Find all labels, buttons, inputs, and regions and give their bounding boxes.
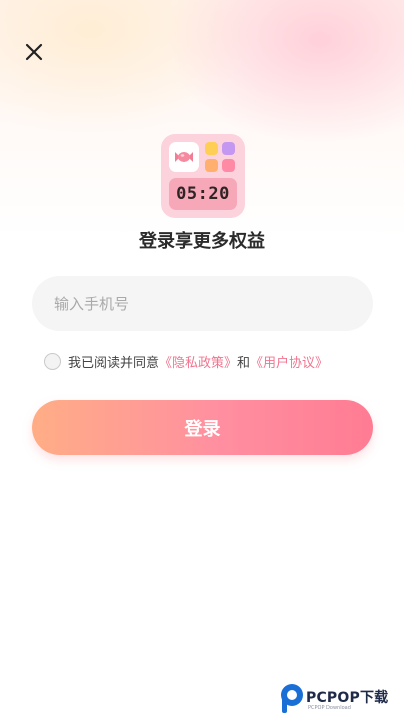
mini-app-icon xyxy=(222,142,235,155)
agreement-and: 和 xyxy=(237,355,251,371)
agreement-row: 我已阅读并同意 《隐私政策》 和 《用户协议》 xyxy=(44,351,374,371)
mini-app-icon xyxy=(222,159,235,172)
mini-app-icon xyxy=(205,142,218,155)
close-button[interactable] xyxy=(18,36,50,68)
pcpop-logo-icon xyxy=(279,683,305,715)
mini-app-icon xyxy=(205,159,218,172)
watermark: PCPOP下载 PCPOP Download xyxy=(279,683,403,717)
privacy-policy-link[interactable]: 《隐私政策》 xyxy=(159,352,237,371)
agreement-checkbox[interactable] xyxy=(44,352,61,370)
page-title: 登录享更多权益 xyxy=(139,231,265,252)
watermark-text: PCPOP下载 xyxy=(306,690,389,706)
logo-clock-text: 05:20 xyxy=(169,178,237,210)
candy-tile xyxy=(169,142,199,172)
watermark-subtext: PCPOP Download xyxy=(308,705,351,711)
agreement-prefix: 我已阅读并同意 xyxy=(68,355,160,371)
user-agreement-link[interactable]: 《用户协议》 xyxy=(250,352,328,371)
login-button[interactable]: 登录 xyxy=(32,400,373,455)
app-logo: 05:20 xyxy=(161,134,245,218)
close-icon xyxy=(25,43,43,61)
candy-icon xyxy=(175,152,193,162)
phone-number-input[interactable] xyxy=(32,276,373,331)
